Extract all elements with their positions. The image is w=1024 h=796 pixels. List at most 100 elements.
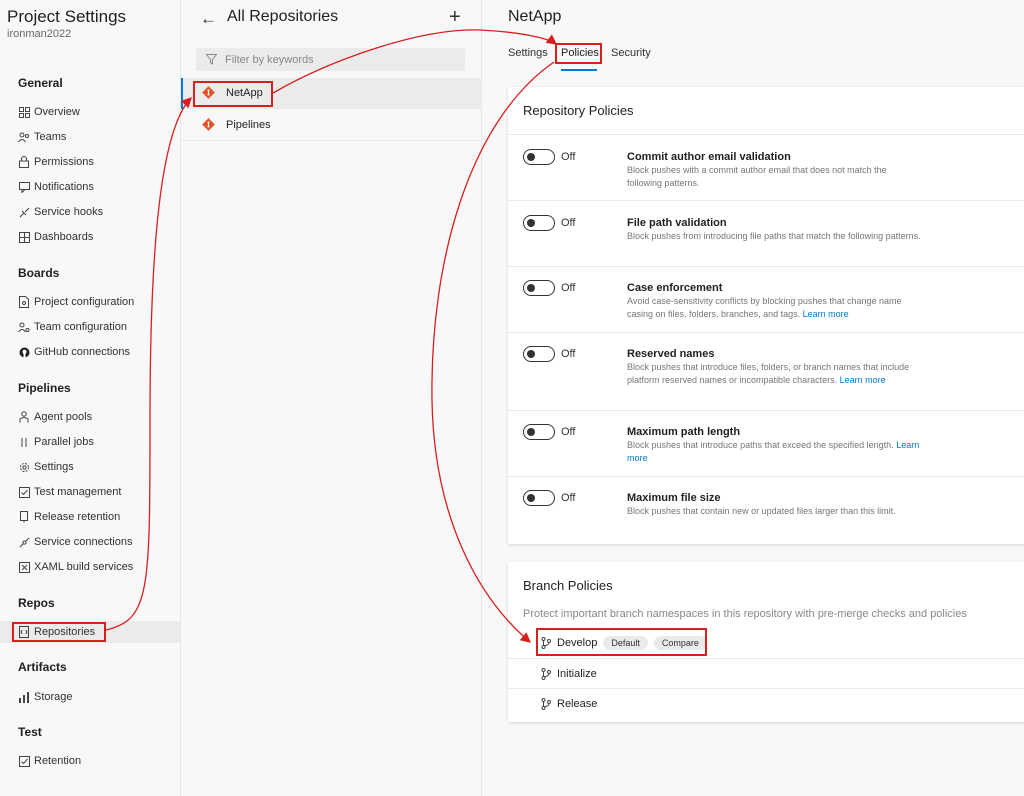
xaml-build-services-icon (18, 561, 30, 573)
project-settings-nav: Project Settings ironman2022 General Ove… (0, 0, 181, 796)
policy-toggle-state: Off (561, 348, 576, 360)
nav-item-parallel-jobs[interactable]: Parallel jobs (0, 431, 180, 453)
nav-item-label: Service connections (34, 536, 133, 548)
nav-item-label: Permissions (34, 156, 94, 168)
nav-item-dashboards[interactable]: Dashboards (0, 226, 180, 248)
nav-item-xaml-build-services[interactable]: XAML build services (0, 556, 180, 578)
nav-subtitle: ironman2022 (7, 28, 72, 40)
section-artifacts: Artifacts (18, 660, 67, 674)
overview-icon (18, 106, 30, 118)
policy-toggle-state: Off (561, 217, 576, 229)
repo-item-label: Pipelines (226, 119, 271, 131)
nav-item-label: Settings (34, 461, 74, 473)
policy-toggle[interactable] (523, 490, 555, 506)
policy-file-path-validation: Off File path validation Block pushes fr… (508, 200, 1024, 266)
policy-description: Block pushes that contain new or updated… (627, 505, 922, 518)
section-boards: Boards (18, 266, 60, 280)
github-icon (18, 346, 30, 358)
policy-toggle-state: Off (561, 426, 576, 438)
nav-item-teams[interactable]: Teams (0, 126, 180, 148)
back-arrow-icon[interactable]: ← (200, 9, 217, 29)
teams-icon (18, 131, 30, 143)
nav-item-test-management[interactable]: Test management (0, 481, 180, 503)
policy-maximum-path-length: Off Maximum path length Block pushes tha… (508, 410, 1024, 476)
policy-toggle[interactable] (523, 149, 555, 165)
repository-name-title: NetApp (508, 8, 562, 25)
tab-settings[interactable]: Settings (508, 47, 548, 59)
policy-toggle[interactable] (523, 280, 555, 296)
repo-item-pipelines[interactable]: Pipelines (181, 110, 482, 141)
nav-item-repositories[interactable]: Repositories (0, 621, 180, 643)
nav-item-retention[interactable]: Retention (0, 750, 180, 772)
policy-description: Avoid case-sensitivity conflicts by bloc… (627, 295, 922, 321)
repositories-panel: ← All Repositories + Filter by keywords … (181, 0, 482, 796)
nav-item-storage[interactable]: Storage (0, 686, 180, 708)
nav-item-label: Retention (34, 755, 82, 767)
nav-item-overview[interactable]: Overview (0, 101, 180, 123)
policy-description-text: Block pushes from introducing file paths… (627, 231, 921, 241)
policy-name: Commit author email validation (627, 151, 791, 163)
section-test: Test (18, 725, 42, 739)
branch-policies-title: Branch Policies (523, 578, 613, 593)
parallel-jobs-icon (18, 436, 30, 448)
gear-icon (18, 461, 30, 473)
policy-description-text: Avoid case-sensitivity conflicts by bloc… (627, 296, 902, 319)
policy-toggle[interactable] (523, 215, 555, 231)
repository-policies-title: Repository Policies (523, 103, 634, 118)
nav-item-release-retention[interactable]: Release retention (0, 506, 180, 528)
nav-item-label: Project configuration (34, 296, 135, 308)
branch-icon (541, 697, 553, 710)
nav-item-service-hooks[interactable]: Service hooks (0, 201, 180, 223)
branch-row-release[interactable]: Release (508, 688, 1024, 718)
branch-row-develop[interactable]: Develop Default Compare (508, 628, 1024, 658)
policy-description: Block pushes with a commit author email … (627, 164, 922, 190)
nav-item-team-configuration[interactable]: Team configuration (0, 316, 180, 338)
nav-item-label: GitHub connections (34, 346, 130, 358)
policy-toggle[interactable] (523, 424, 555, 440)
policy-name: Reserved names (627, 348, 715, 360)
branch-row-initialize[interactable]: Initialize (508, 658, 1024, 688)
nav-item-label: Team configuration (34, 321, 127, 333)
active-tab-indicator (561, 69, 597, 71)
nav-item-service-connections[interactable]: Service connections (0, 531, 180, 553)
git-repo-icon (202, 118, 216, 132)
repo-item-netapp[interactable]: NetApp (181, 78, 482, 109)
filter-icon (206, 54, 217, 65)
lock-icon (18, 156, 30, 168)
nav-item-label: Agent pools (34, 411, 93, 423)
branch-icon (541, 667, 553, 680)
section-repos: Repos (18, 596, 55, 610)
release-retention-icon (18, 511, 30, 523)
policy-toggle-state: Off (561, 492, 576, 504)
learn-more-link[interactable]: Learn more (840, 375, 886, 385)
nav-item-permissions[interactable]: Permissions (0, 151, 180, 173)
policy-description: Block pushes that introduce files, folde… (627, 361, 922, 387)
policy-toggle-state: Off (561, 151, 576, 163)
annotation-highlight-box (193, 81, 273, 107)
test-management-icon (18, 486, 30, 498)
nav-item-label: Notifications (34, 181, 94, 193)
learn-more-link[interactable]: Learn more (803, 309, 849, 319)
nav-item-project-configuration[interactable]: Project configuration (0, 291, 180, 313)
retention-icon (18, 755, 30, 767)
policy-name: Maximum path length (627, 426, 741, 438)
tab-security[interactable]: Security (611, 47, 651, 59)
project-configuration-icon (18, 296, 30, 308)
policy-description-text: Block pushes that contain new or updated… (627, 506, 896, 516)
annotation-highlight-box (555, 43, 602, 64)
filter-input[interactable]: Filter by keywords (196, 48, 465, 71)
policy-description-text: Block pushes with a commit author email … (627, 165, 887, 188)
repositories-title: All Repositories (227, 8, 339, 25)
nav-item-notifications[interactable]: Notifications (0, 176, 180, 198)
nav-item-label: Dashboards (34, 231, 94, 243)
nav-item-settings[interactable]: Settings (0, 456, 180, 478)
nav-item-github-connections[interactable]: GitHub connections (0, 341, 180, 363)
repository-policies-card: Repository Policies Off Commit author em… (508, 87, 1024, 544)
nav-item-agent-pools[interactable]: Agent pools (0, 406, 180, 428)
nav-title: Project Settings (7, 7, 127, 26)
nav-item-label: Storage (34, 691, 73, 703)
policy-toggle[interactable] (523, 346, 555, 362)
policy-maximum-file-size: Off Maximum file size Block pushes that … (508, 476, 1024, 544)
policy-commit-author-email: Off Commit author email validation Block… (508, 134, 1024, 200)
add-repository-button[interactable]: + (449, 6, 461, 29)
